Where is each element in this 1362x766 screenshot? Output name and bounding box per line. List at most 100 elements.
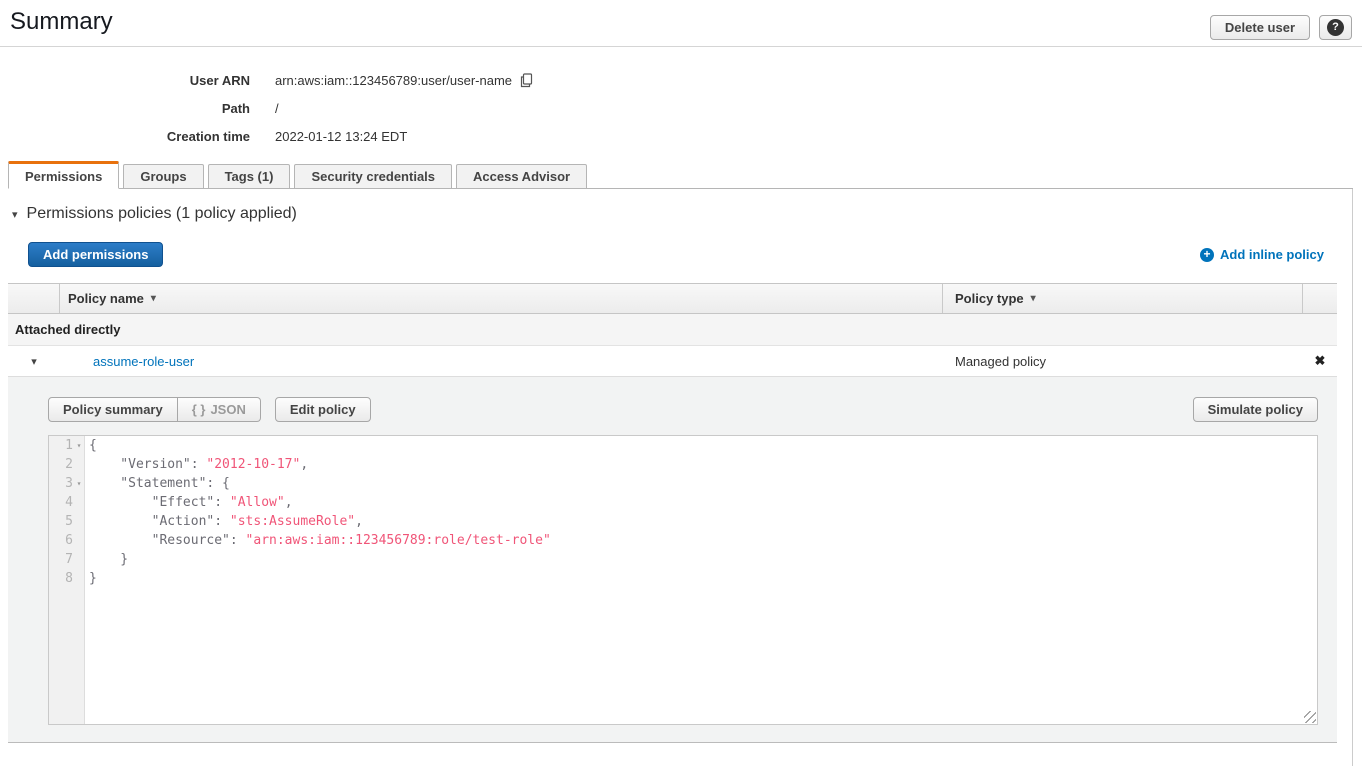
help-button[interactable]: ? [1319, 15, 1352, 40]
code-line: 8} [49, 569, 1317, 588]
json-button-label: JSON [210, 402, 245, 417]
plus-circle-icon: + [1200, 248, 1214, 262]
code-line: 2 "Version": "2012-10-17", [49, 455, 1317, 474]
policy-type-column-header[interactable]: Policy type ▾ [943, 284, 1303, 313]
code-line: 6 "Resource": "arn:aws:iam::123456789:ro… [49, 531, 1317, 550]
code-plain: } [89, 552, 128, 567]
line-number: 3 [49, 474, 73, 493]
code-string: "arn:aws:iam::123456789:role/test-role" [246, 533, 551, 548]
fold-gutter-spacer [73, 569, 85, 588]
line-number: 8 [49, 569, 73, 588]
copy-icon[interactable] [519, 73, 534, 88]
code-text: "Resource": "arn:aws:iam::123456789:role… [85, 531, 551, 550]
policy-name-cell: assume-role-user [60, 354, 943, 369]
tab-tags-1[interactable]: Tags (1) [208, 164, 291, 189]
meta-value-text: 2022-01-12 13:24 EDT [275, 129, 407, 144]
page-header: Summary Delete user ? [0, 0, 1362, 47]
code-plain: , [285, 495, 293, 510]
policy-detail-expanded: Policy summary { } JSON Edit policy Simu… [8, 377, 1337, 743]
group-header-attached-directly: Attached directly [8, 314, 1337, 346]
policy-json-editor[interactable]: 1▾ {2 "Version": "2012-10-17",3▾ "Stateme… [48, 435, 1318, 725]
policy-summary-button[interactable]: Policy summary [48, 397, 178, 422]
code-string: "2012-10-17" [206, 457, 300, 472]
sort-caret-icon: ▾ [151, 293, 156, 304]
tab-permissions[interactable]: Permissions [8, 161, 119, 189]
add-inline-policy-label: Add inline policy [1220, 247, 1324, 262]
code-text: } [85, 569, 97, 588]
meta-value: arn:aws:iam::123456789:user/user-name [275, 73, 534, 88]
code-string: "Allow" [230, 495, 285, 510]
fold-caret-icon[interactable]: ▾ [73, 474, 85, 493]
code-plain: } [89, 571, 97, 586]
code-line: 5 "Action": "sts:AssumeRole", [49, 512, 1317, 531]
policy-name-column-header[interactable]: Policy name ▾ [60, 284, 943, 313]
policy-actions-row: Add permissions + Add inline policy [28, 242, 1324, 267]
meta-label: Creation time [0, 129, 250, 144]
meta-value-text: / [275, 101, 279, 116]
header-actions: Delete user ? [1210, 15, 1352, 40]
tab-security-credentials[interactable]: Security credentials [294, 164, 452, 189]
line-number: 1 [49, 436, 73, 455]
policy-type-cell: Managed policy [943, 354, 1303, 369]
fold-caret-icon[interactable]: ▾ [73, 436, 85, 455]
detach-policy-icon[interactable]: ✖ [1303, 353, 1337, 369]
meta-value-text: arn:aws:iam::123456789:user/user-name [275, 73, 512, 88]
code-plain: , [300, 457, 308, 472]
line-number: 5 [49, 512, 73, 531]
resize-grip[interactable] [1304, 711, 1316, 723]
code-plain: "Resource": [89, 533, 246, 548]
fold-gutter-spacer [73, 531, 85, 550]
json-view-button[interactable]: { } JSON [178, 397, 261, 422]
policies-table: Policy name ▾ Policy type ▾ Attached dir… [8, 283, 1337, 743]
fold-gutter-spacer [73, 512, 85, 531]
collapse-caret-icon: ▾ [12, 208, 18, 221]
code-text: "Version": "2012-10-17", [85, 455, 308, 474]
code-plain: "Version": [89, 457, 206, 472]
code-line: 3▾ "Statement": { [49, 474, 1317, 493]
permissions-policies-section-toggle[interactable]: ▾ Permissions policies (1 policy applied… [12, 205, 1352, 223]
section-title: Permissions policies (1 policy applied) [27, 205, 297, 223]
fold-gutter-spacer [73, 455, 85, 474]
simulate-policy-button[interactable]: Simulate policy [1193, 397, 1318, 422]
code-text: "Statement": { [85, 474, 230, 493]
line-number: 7 [49, 550, 73, 569]
user-meta: User ARNarn:aws:iam::123456789:user/user… [0, 66, 534, 150]
policy-name-header-label: Policy name [68, 291, 144, 306]
meta-row: Creation time 2022-01-12 13:24 EDT [0, 122, 534, 150]
policy-name-link[interactable]: assume-role-user [93, 354, 194, 369]
fold-gutter-spacer [73, 550, 85, 569]
tab-access-advisor[interactable]: Access Advisor [456, 164, 587, 189]
code-plain: "Action": [89, 514, 230, 529]
policy-type-header-label: Policy type [955, 291, 1024, 306]
line-number: 6 [49, 531, 73, 550]
sort-caret-icon: ▾ [1031, 293, 1036, 304]
meta-value: / [275, 101, 279, 116]
code-text: } [85, 550, 128, 569]
table-header-row: Policy name ▾ Policy type ▾ [8, 283, 1337, 314]
code-plain: "Statement": { [89, 476, 230, 491]
delete-user-button[interactable]: Delete user [1210, 15, 1310, 40]
tab-groups[interactable]: Groups [123, 164, 203, 189]
code-plain: { [89, 438, 97, 453]
add-permissions-button[interactable]: Add permissions [28, 242, 163, 267]
policy-table-row: ▾ assume-role-user Managed policy ✖ [8, 346, 1337, 377]
tab-strip: PermissionsGroupsTags (1)Security creden… [8, 161, 1353, 189]
meta-label: Path [0, 101, 250, 116]
row-expander-caret[interactable]: ▾ [8, 355, 60, 368]
edit-policy-button[interactable]: Edit policy [275, 397, 371, 422]
meta-row: Path / [0, 94, 534, 122]
meta-value: 2022-01-12 13:24 EDT [275, 129, 407, 144]
braces-icon: { } [192, 402, 206, 417]
question-mark-icon: ? [1327, 19, 1344, 36]
meta-row: User ARNarn:aws:iam::123456789:user/user… [0, 66, 534, 94]
code-plain: , [355, 514, 363, 529]
code-line: 1▾ { [49, 436, 1317, 455]
add-inline-policy-link[interactable]: + Add inline policy [1200, 247, 1324, 262]
line-number: 4 [49, 493, 73, 512]
code-text: "Action": "sts:AssumeRole", [85, 512, 363, 531]
code-line: 7 } [49, 550, 1317, 569]
detach-column-header [1303, 284, 1337, 313]
code-text: { [85, 436, 97, 455]
fold-gutter-spacer [73, 493, 85, 512]
expander-column-header [8, 284, 60, 313]
